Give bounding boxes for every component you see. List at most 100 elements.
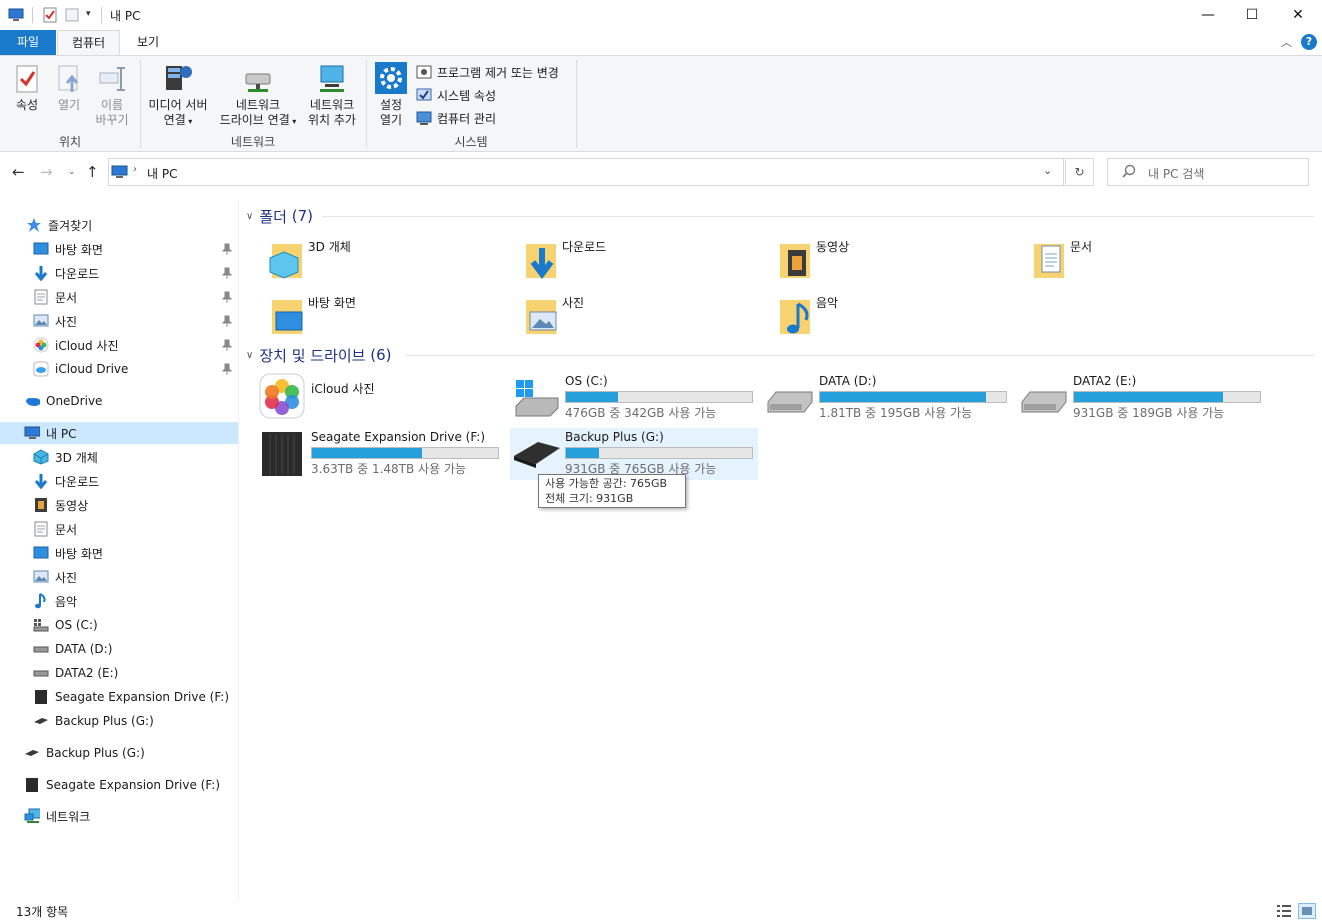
search-input[interactable]: 내 PC 검색: [1148, 165, 1204, 182]
forward-arrow-icon[interactable]: →: [40, 163, 53, 181]
nav-onedrive[interactable]: OneDrive: [0, 390, 238, 412]
drive-d[interactable]: DATA (D:) 1.81TB 중 195GB 사용 가능: [764, 372, 1012, 424]
cube-3d-icon: [33, 449, 49, 465]
pin-icon[interactable]: [221, 291, 233, 303]
pin-icon[interactable]: [221, 267, 233, 279]
nav-pc-desktop[interactable]: 바탕 화면: [0, 542, 238, 564]
drive-icloud-photos[interactable]: iCloud 사진: [256, 372, 504, 424]
refresh-button[interactable]: ↻: [1065, 158, 1094, 186]
nav-quick-icloud-drive[interactable]: iCloud Drive: [0, 358, 238, 380]
pin-icon[interactable]: [221, 315, 233, 327]
nav-backup-plus[interactable]: Backup Plus (G:): [0, 742, 238, 764]
nav-quick-pictures[interactable]: 사진: [0, 310, 238, 332]
pin-icon[interactable]: [221, 339, 233, 351]
system-properties-button[interactable]: 시스템 속성: [416, 85, 496, 105]
drive-g[interactable]: Backup Plus (G:) 931GB 중 765GB 사용 가능: [510, 428, 758, 480]
nav-pc-music[interactable]: 음악: [0, 590, 238, 612]
map-drive-label-1: 네트워크: [235, 98, 281, 112]
nav-pc-drive-e[interactable]: DATA2 (E:): [0, 662, 238, 684]
open-settings-button[interactable]: 설정 열기: [372, 62, 410, 128]
folder-downloads[interactable]: 다운로드: [516, 232, 756, 284]
large-icons-view-icon[interactable]: [1298, 903, 1316, 919]
breadcrumb-chevron-icon[interactable]: ›: [133, 164, 137, 175]
nav-seagate[interactable]: Seagate Expansion Drive (F:): [0, 774, 238, 796]
pin-icon[interactable]: [221, 243, 233, 255]
nav-pc-documents[interactable]: 문서: [0, 518, 238, 540]
drives-group-header[interactable]: ∨ 장치 및 드라이브 (6): [246, 345, 392, 365]
nav-pc-drive-c[interactable]: OS (C:): [0, 614, 238, 636]
pane-divider[interactable]: [238, 200, 239, 900]
nav-pc-downloads[interactable]: 다운로드: [0, 470, 238, 492]
collapse-ribbon-icon[interactable]: ︿: [1281, 34, 1292, 50]
properties-quick-icon[interactable]: [42, 7, 58, 23]
drive-usage-fill: [566, 448, 600, 458]
nav-label: iCloud Drive: [55, 362, 129, 376]
nav-pc-videos[interactable]: 동영상: [0, 494, 238, 516]
nav-pc-drive-d[interactable]: DATA (D:): [0, 638, 238, 660]
address-bar[interactable]: › 내 PC ⌄: [108, 158, 1064, 186]
chevron-down-icon[interactable]: ∨: [246, 350, 253, 361]
nav-this-pc[interactable]: 내 PC: [0, 422, 238, 444]
drive-usage-bar: [311, 447, 499, 459]
tab-file[interactable]: 파일: [0, 30, 56, 55]
nav-quick-access[interactable]: 즐겨찾기: [0, 214, 238, 236]
pictures-icon: [33, 313, 49, 329]
drives-group-count: (6): [370, 346, 392, 364]
breadcrumb[interactable]: 내 PC: [147, 165, 177, 182]
close-button[interactable]: ✕: [1275, 0, 1321, 30]
this-pc-icon[interactable]: [8, 7, 24, 23]
network-location-icon: [316, 62, 348, 94]
map-network-drive-button[interactable]: 네트워크 드라이브 연결 ▾: [214, 62, 302, 129]
nav-pc-drive-f[interactable]: Seagate Expansion Drive (F:): [0, 686, 238, 708]
add-network-location-button[interactable]: 네트워크 위치 추가: [304, 62, 360, 128]
back-arrow-icon[interactable]: ←: [12, 163, 25, 181]
folder-pictures[interactable]: 사진: [516, 288, 756, 340]
rename-button[interactable]: 이름 바꾸기: [90, 64, 134, 128]
desktop-icon: [33, 545, 49, 561]
pin-icon[interactable]: [221, 363, 233, 375]
new-folder-quick-icon[interactable]: [64, 7, 80, 23]
folder-music[interactable]: 음악: [770, 288, 1010, 340]
properties-button[interactable]: 속성: [8, 64, 46, 113]
nav-network[interactable]: 네트워크: [0, 805, 238, 827]
nav-pc-3d-objects[interactable]: 3D 개체: [0, 446, 238, 468]
folder-3d-objects[interactable]: 3D 개체: [262, 232, 502, 284]
drive-label: OS (C:): [565, 374, 608, 388]
drive-usage-fill: [1074, 392, 1223, 402]
uninstall-program-button[interactable]: 프로그램 제거 또는 변경: [416, 62, 559, 82]
up-arrow-icon[interactable]: ↑: [86, 163, 99, 181]
tab-view[interactable]: 보기: [120, 30, 176, 55]
address-history-chevron-icon[interactable]: ⌄: [1043, 164, 1052, 177]
nav-quick-documents[interactable]: 문서: [0, 286, 238, 308]
drive-c[interactable]: OS (C:) 476GB 중 342GB 사용 가능: [510, 372, 758, 424]
computer-management-button[interactable]: 컴퓨터 관리: [416, 108, 496, 128]
nav-pc-drive-g[interactable]: Backup Plus (G:): [0, 710, 238, 732]
settings-gear-icon: [375, 62, 407, 94]
tab-computer[interactable]: 컴퓨터: [57, 30, 120, 55]
chevron-down-icon[interactable]: ∨: [246, 211, 253, 222]
nav-quick-desktop[interactable]: 바탕 화면: [0, 238, 238, 260]
customize-toolbar-icon[interactable]: ▾: [86, 9, 102, 25]
nav-pc-pictures[interactable]: 사진: [0, 566, 238, 588]
folder-desktop[interactable]: 바탕 화면: [262, 288, 502, 340]
folders-group-header[interactable]: ∨ 폴더 (7): [246, 206, 313, 226]
nav-quick-downloads[interactable]: 다운로드: [0, 262, 238, 284]
folder-videos[interactable]: 동영상: [770, 232, 1010, 284]
drive-f[interactable]: Seagate Expansion Drive (F:) 3.63TB 중 1.4…: [256, 428, 504, 480]
drive-e[interactable]: DATA2 (E:) 931GB 중 189GB 사용 가능: [1018, 372, 1266, 424]
maximize-button[interactable]: ☐: [1229, 0, 1275, 30]
folder-documents[interactable]: 문서: [1024, 232, 1264, 284]
details-view-icon[interactable]: [1276, 904, 1292, 921]
drive-label: Seagate Expansion Drive (F:): [311, 430, 486, 444]
search-box[interactable]: 내 PC 검색: [1107, 158, 1309, 186]
nav-label: Seagate Expansion Drive (F:): [55, 690, 230, 704]
computer-management-icon: [416, 111, 432, 125]
nav-quick-icloud-photos[interactable]: iCloud 사진: [0, 334, 238, 356]
minimize-button[interactable]: —: [1185, 0, 1231, 30]
folder-label: 동영상: [816, 240, 850, 254]
help-icon[interactable]: ?: [1301, 34, 1317, 50]
recent-locations-chevron-icon[interactable]: ⌄: [68, 167, 76, 177]
open-button[interactable]: 열기: [50, 64, 88, 113]
drive-label: iCloud 사진: [311, 382, 375, 396]
media-server-button[interactable]: 미디어 서버 연결 ▾: [144, 62, 212, 129]
